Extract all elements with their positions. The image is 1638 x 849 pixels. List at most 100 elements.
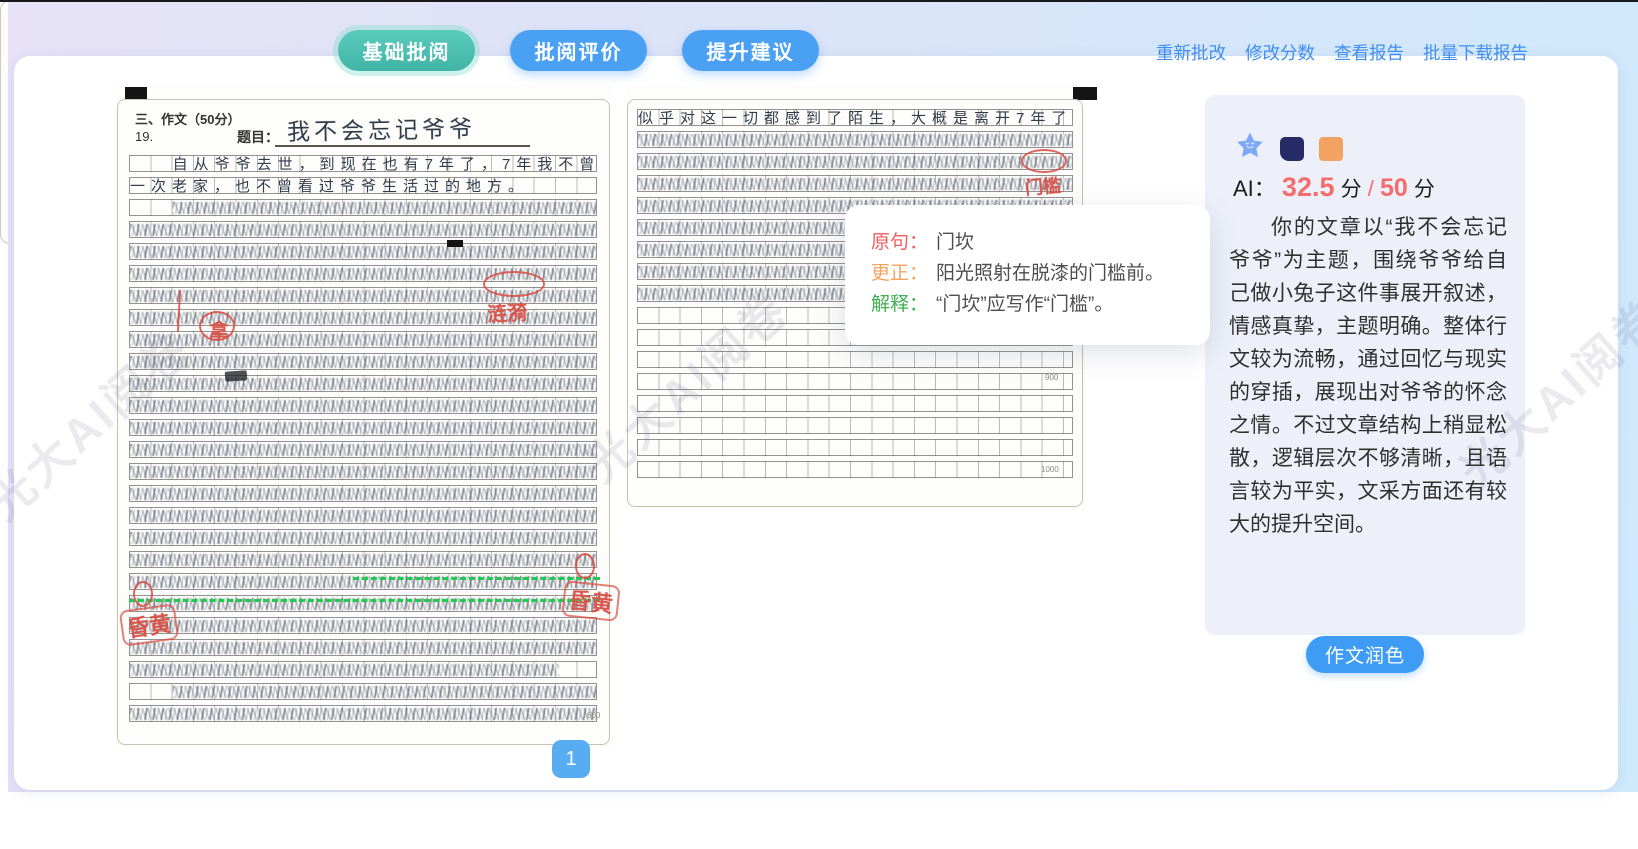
grid-row [637,373,1073,390]
handwritten-line: 一次老家，也不曾看过爷爷生活过的地方。 [130,178,596,194]
handwriting-stroke [638,156,1072,168]
grid-row [129,375,597,392]
word-count-marker-900: 900 [1045,373,1058,382]
handwriting-stroke [130,488,596,500]
annotation-stamp-hunhuang-right: 昏黄 [561,580,620,622]
link-view-report[interactable]: 查看报告 [1334,40,1404,65]
score-total-unit: 分 [1414,178,1435,201]
annotation-circle-menkan[interactable] [1021,149,1067,173]
word-count-marker-600: 600 [587,711,600,720]
page-number-badge[interactable]: 1 [552,740,590,778]
annotation-circle-cuo[interactable] [575,553,595,579]
window-top-edge [0,0,1638,2]
question-number: 19. [135,129,153,144]
grid-row: 一次老家，也不曾看过爷爷生活过的地方。 [129,177,597,194]
grid-row [129,639,597,656]
title-underline [275,145,530,147]
link-regrade[interactable]: 重新批改 [1156,40,1226,65]
annotation-stamp-lianyi: 涟漪 [486,296,527,327]
handwriting-stroke [130,334,596,346]
explanation-text: “门坎”应写作“门槛”。 [936,289,1113,320]
correction-tooltip: 原句： 门坎 更正： 阳光照射在脱漆的门槛前。 解释： “门坎”应写作“门槛”。 [845,205,1210,345]
grid-row [637,417,1073,434]
essay-title-label: 题目： [237,127,279,147]
annotation-circle-hun[interactable] [133,581,153,607]
grid-row [129,221,597,238]
grid-row [129,551,597,568]
link-batch-download-report[interactable]: 批量下载报告 [1423,40,1528,65]
grid-row: 自从爷爷去世，到现在也有7年了，7年我不曾回过 [129,155,597,172]
grid-row [129,617,597,634]
essay-polish-button[interactable]: 作文润色 [1306,636,1424,673]
grid-row [637,153,1073,170]
link-modify-score[interactable]: 修改分数 [1245,40,1315,65]
tooltip-correction-row: 更正： 阳光照射在脱漆的门槛前。 [871,258,1184,289]
tooltip-explanation-row: 解释： “门坎”应写作“门槛”。 [871,289,1184,320]
grid-row [129,529,597,546]
annotation-stamp-menkan: 门槛 [1024,171,1062,200]
annotation-stamp-na: 拿 [209,315,229,344]
original-text: 门坎 [936,227,974,258]
handwriting-stroke [638,178,1072,190]
handwriting-stroke [130,510,596,522]
grid-row [129,573,597,590]
tab-basic-review[interactable]: 基础批阅 [338,30,475,71]
registration-mark [447,240,463,247]
section-header: 三、作文（50分） [135,109,240,128]
grid-row: 似乎对这一切都感到了陌生，大概是离开7年了吧，早 [637,109,1073,126]
handwriting-stroke [130,642,596,654]
highlight-underline-2 [129,599,600,602]
review-mode-tabs: 基础批阅 批阅评价 提升建议 [338,30,819,71]
registration-mark [1073,87,1097,100]
grid-row [637,439,1073,456]
handwritten-line: 自从爷爷去世，到现在也有7年了，7年我不曾回过 [173,156,596,172]
ai-comment-text: 你的文章以“我不会忘记爷爷”为主题，围绕爷爷给自己做小兔子这件事展开叙述，情感真… [1229,211,1507,541]
grid-row [637,175,1073,192]
grid-row [129,353,597,370]
annotation-circle-lianyi[interactable] [483,271,545,297]
ai-score-panel: AI： 32.5 分 / 50 分 你的文章以“我不会忘记爷爷”为主题，围绕爷爷… [1205,95,1525,635]
handwriting-stroke [130,664,559,676]
essay-scan-page-1: 三、作文（50分） 19. 题目： 我不会忘记爷爷 自从爷爷去世，到现在也有7年… [115,85,612,747]
grid-row [129,705,597,722]
grid-row [129,441,597,458]
handwriting-stroke [130,246,596,258]
highlight-underline-1 [353,577,600,580]
handwriting-stroke [173,202,596,214]
tab-review-evaluation[interactable]: 批阅评价 [510,30,647,71]
grid-row [129,463,597,480]
star-icon[interactable] [1235,131,1265,166]
handwriting-stroke [130,422,596,434]
tab-improvement-suggestions[interactable]: 提升建议 [682,30,819,71]
grid-row [637,395,1073,412]
grid-row [637,351,1073,368]
grid-row [129,199,597,216]
handwritten-line: 似乎对这一切都感到了陌生，大概是离开7年了吧，早 [638,110,1072,126]
handwriting-stroke [130,444,596,456]
handwriting-stroke [130,620,596,632]
tooltip-original-row: 原句： 门坎 [871,227,1184,258]
composition-grid: 自从爷爷去世，到现在也有7年了，7年我不曾回过一次老家，也不曾看过爷爷生活过的地… [129,155,597,727]
original-label: 原句： [871,227,928,258]
word-count-marker-1000: 1000 [1041,465,1059,474]
crossed-out-character [225,370,248,382]
grid-row [129,595,597,612]
handwriting-stroke [130,708,596,720]
handwriting-stroke [130,400,596,412]
ai-score-line: AI： 32.5 分 / 50 分 [1233,171,1435,203]
handwriting-stroke [130,224,596,236]
correction-label: 更正： [871,258,928,289]
score-prefix: AI： [1233,176,1276,201]
orange-square-icon [1319,137,1343,161]
handwriting-stroke [130,378,596,390]
explanation-label: 解释： [871,289,928,320]
grid-row [129,507,597,524]
handwriting-stroke [638,134,1072,146]
panel-icon-row [1235,131,1343,166]
grid-row [129,661,597,678]
grid-row [637,461,1073,478]
score-total: 50 [1380,174,1408,202]
grid-row [129,683,597,700]
grid-row [129,419,597,436]
handwriting-stroke [130,554,596,566]
